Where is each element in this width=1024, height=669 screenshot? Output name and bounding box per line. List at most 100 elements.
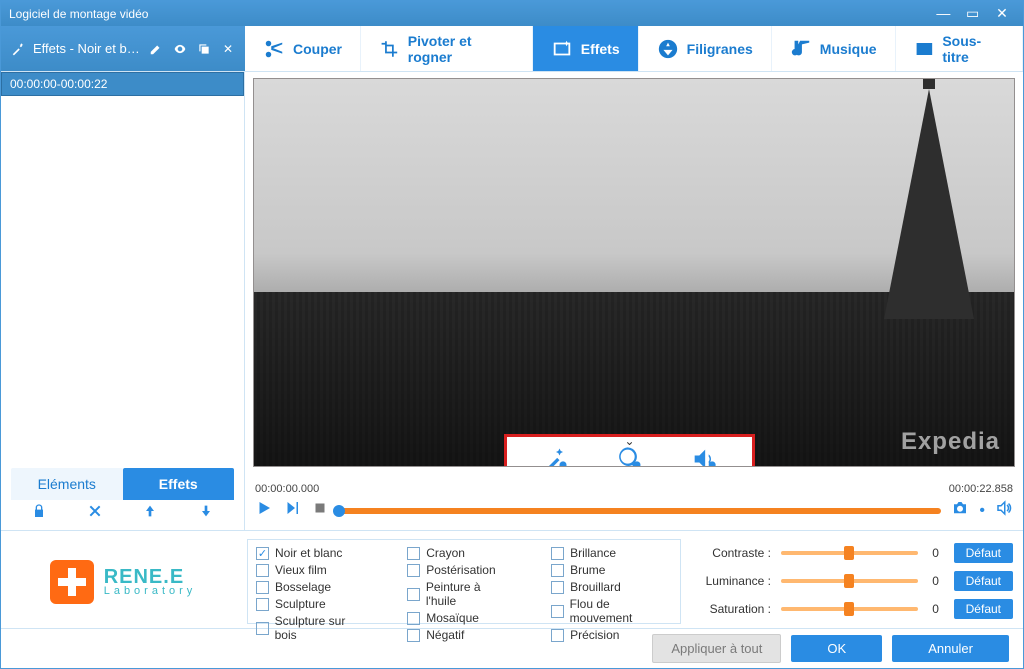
luminance-slider[interactable] — [781, 579, 918, 583]
logo-cross-icon — [50, 560, 94, 604]
effect-tools-popup: ⌄ 00:00:00.000-00:00:22.858 — [504, 434, 755, 467]
minimize-button[interactable]: — — [930, 5, 956, 21]
effect-checkbox[interactable]: Brillance — [551, 546, 672, 560]
checkbox-icon — [551, 564, 564, 577]
zoom-add-icon[interactable] — [616, 445, 644, 467]
effect-label: Vieux film — [275, 563, 327, 577]
time-ruler: 00:00:00.000 00:00:22.858 — [253, 483, 1015, 495]
adjust-sliders: Contraste : 0 Défaut Luminance : 0 Défau… — [693, 539, 1013, 624]
contrast-default-button[interactable]: Défaut — [954, 543, 1013, 563]
sidebar-body — [1, 96, 244, 462]
close-button[interactable]: ✕ — [989, 5, 1015, 22]
effect-label: Postérisation — [426, 563, 495, 577]
logo-line2: Laboratory — [104, 585, 197, 597]
play-icon[interactable] — [255, 499, 273, 522]
footer: Appliquer à tout OK Annuler — [1, 628, 1023, 668]
saturation-slider[interactable] — [781, 607, 918, 611]
luminance-label: Luminance : — [693, 574, 771, 588]
tab-cut[interactable]: Couper — [245, 26, 361, 71]
contrast-slider[interactable] — [781, 551, 918, 555]
cancel-button[interactable]: Annuler — [892, 635, 1009, 662]
checkbox-icon — [551, 581, 564, 594]
sidebar-tab-effects[interactable]: Effets — [123, 468, 235, 500]
tool-tabs: Couper Pivoter et rogner Effets Filigran… — [245, 26, 1023, 71]
ruler-end: 00:00:22.858 — [949, 483, 1013, 495]
timeline-track[interactable] — [339, 508, 941, 514]
tab-rotate-crop[interactable]: Pivoter et rogner — [361, 26, 533, 71]
effect-checkbox[interactable]: Peinture à l'huile — [407, 580, 511, 608]
checkbox-icon — [256, 622, 269, 635]
luminance-value: 0 — [928, 574, 944, 588]
sidebar-tabs: Eléments Effets — [11, 468, 234, 500]
effect-checkbox[interactable]: Sculpture — [256, 597, 367, 611]
step-icon[interactable] — [283, 499, 301, 522]
effect-label: Sculpture — [275, 597, 326, 611]
chevron-down-icon[interactable]: ⌄ — [624, 434, 634, 448]
visibility-icon[interactable] — [171, 40, 189, 58]
play-bar: • — [253, 495, 1015, 530]
effect-label: Mosaïque — [426, 611, 479, 625]
checkbox-icon — [407, 564, 420, 577]
snapshot-icon[interactable] — [951, 499, 969, 522]
clip-time-badge[interactable]: 00:00:00-00:00:22 — [1, 72, 244, 96]
tab-subtitle[interactable]: Sous-titre — [896, 26, 1023, 71]
contrast-label: Contraste : — [693, 546, 771, 560]
checkbox-icon — [407, 612, 420, 625]
ok-button[interactable]: OK — [791, 635, 882, 662]
lock-icon[interactable] — [31, 503, 47, 524]
checkbox-icon — [551, 629, 564, 642]
speaker-add-icon[interactable] — [690, 445, 718, 467]
effect-checkbox[interactable]: Vieux film — [256, 563, 367, 577]
video-canvas[interactable]: Expedia ⌄ 00:00:00.000-00:00:22.858 — [253, 78, 1015, 467]
tab-music[interactable]: Musique — [772, 26, 896, 71]
volume-icon[interactable] — [995, 499, 1013, 522]
effect-checkbox[interactable]: Bosselage — [256, 580, 367, 594]
eiffel-tower-shape — [884, 89, 974, 319]
magic-wand-add-icon[interactable] — [542, 445, 570, 467]
duplicate-icon[interactable] — [195, 40, 213, 58]
effect-label: Brouillard — [570, 580, 621, 594]
remove-icon[interactable] — [87, 503, 103, 524]
saturation-value: 0 — [928, 602, 944, 616]
effect-checkbox[interactable]: Sculpture sur bois — [256, 614, 367, 642]
checkbox-icon — [256, 598, 269, 611]
effect-label: Précision — [570, 628, 619, 642]
effect-checkbox[interactable]: Brouillard — [551, 580, 672, 594]
maximize-button[interactable]: ▭ — [960, 5, 986, 22]
tab-effects[interactable]: Effets — [533, 26, 639, 71]
sidebar: 00:00:00-00:00:22 Eléments Effets — [1, 72, 245, 530]
move-up-icon[interactable] — [142, 503, 158, 524]
luminance-default-button[interactable]: Défaut — [954, 571, 1013, 591]
delete-icon[interactable]: ✕ — [219, 40, 237, 58]
tab-watermark[interactable]: Filigranes — [639, 26, 772, 71]
playhead-knob[interactable] — [333, 505, 345, 517]
effect-checkbox[interactable]: Crayon — [407, 546, 511, 560]
effect-label: Négatif — [426, 628, 464, 642]
effect-checkbox[interactable]: Postérisation — [407, 563, 511, 577]
checkbox-icon: ✓ — [256, 547, 269, 560]
sidebar-tab-elements[interactable]: Eléments — [11, 468, 123, 500]
dot-icon: • — [979, 502, 985, 520]
checkbox-icon — [551, 547, 564, 560]
checkbox-icon — [407, 547, 420, 560]
effect-checkbox[interactable]: Négatif — [407, 628, 511, 642]
preview-pane: Expedia ⌄ 00:00:00.000-00:00:22.858 00:0… — [245, 72, 1023, 530]
move-down-icon[interactable] — [198, 503, 214, 524]
apply-all-button[interactable]: Appliquer à tout — [652, 634, 781, 663]
effect-label: Sculpture sur bois — [275, 614, 368, 642]
effect-label: Brume — [570, 563, 605, 577]
stop-icon[interactable] — [311, 499, 329, 522]
effect-checkbox[interactable]: ✓Noir et blanc — [256, 546, 367, 560]
effect-checkbox[interactable]: Mosaïque — [407, 611, 511, 625]
window-title: Logiciel de montage vidéo — [9, 7, 148, 21]
effects-grid: ✓Noir et blanc Vieux film Bosselage Sculptu… — [247, 539, 681, 624]
titlebar: Logiciel de montage vidéo — ▭ ✕ — [1, 1, 1023, 26]
effect-checkbox[interactable]: Flou de mouvement — [551, 597, 672, 625]
saturation-default-button[interactable]: Défaut — [954, 599, 1013, 619]
edit-icon[interactable] — [147, 40, 165, 58]
effect-checkbox[interactable]: Brume — [551, 563, 672, 577]
brand-logo: RENE.E Laboratory — [11, 539, 235, 624]
checkbox-icon — [407, 588, 420, 601]
effect-label: Peinture à l'huile — [426, 580, 511, 608]
effect-label: Brillance — [570, 546, 616, 560]
